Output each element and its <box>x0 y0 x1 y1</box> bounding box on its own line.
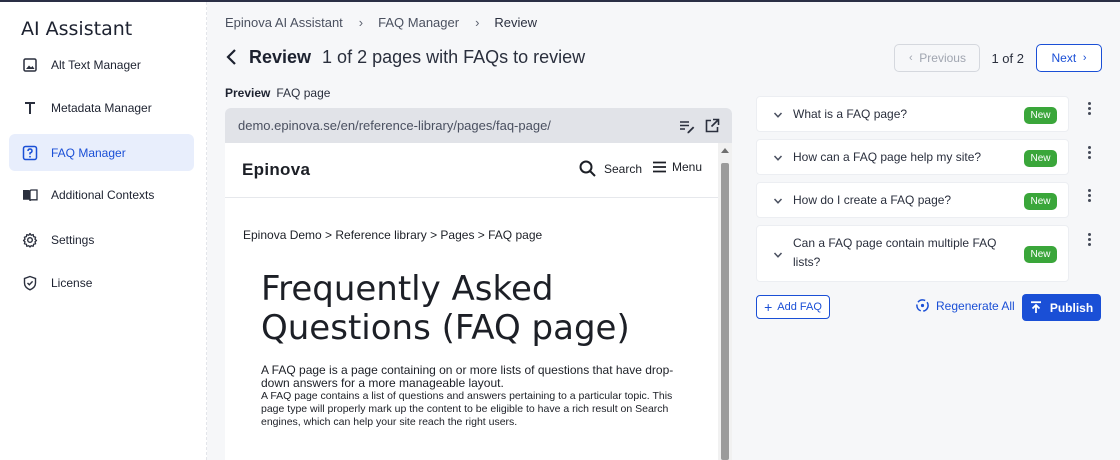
breadcrumb-link-ai-assistant[interactable]: Epinova AI Assistant <box>225 15 343 30</box>
faq-item[interactable]: What is a FAQ page? New <box>756 96 1069 132</box>
regenerate-all-label: Regenerate All <box>936 298 1015 313</box>
preview-url: demo.epinova.se/en/reference-library/pag… <box>238 118 551 133</box>
sidebar-item-metadata-manager[interactable]: Metadata Manager <box>9 89 194 126</box>
sidebar-item-label: Settings <box>51 232 95 247</box>
faq-question: How do I create a FAQ page? <box>793 193 952 207</box>
publish-button[interactable]: Publish <box>1022 294 1101 321</box>
site-search-label: Search <box>604 161 643 176</box>
faq-question: What is a FAQ page? <box>793 107 908 121</box>
publish-label: Publish <box>1049 300 1094 315</box>
sidebar-item-settings[interactable]: Settings <box>9 221 194 258</box>
chevron-right-icon: › <box>475 15 480 30</box>
preview-label: Preview FAQ page <box>225 86 330 100</box>
text-t-icon <box>22 100 38 116</box>
page-count: 1 of 2 <box>991 50 1024 66</box>
hamburger-menu-icon <box>653 161 666 173</box>
faq-help-icon <box>22 145 38 161</box>
site-lead-text: A FAQ page is a page containing on or mo… <box>261 363 674 390</box>
preview-scrollbar[interactable] <box>718 143 732 460</box>
edit-list-icon[interactable] <box>679 118 695 134</box>
sidebar-item-label: Alt Text Manager <box>51 57 141 72</box>
sidebar-item-faq-manager[interactable]: FAQ Manager <box>9 134 194 171</box>
more-options-icon[interactable] <box>1084 188 1094 204</box>
plus-icon: + <box>764 299 773 315</box>
faq-question: Can a FAQ page contain multiple FAQ list… <box>793 236 997 269</box>
shield-check-icon <box>22 275 38 291</box>
add-faq-label: Add FAQ <box>777 301 822 313</box>
status-badge: New <box>1024 107 1057 124</box>
gear-icon <box>22 232 38 248</box>
open-external-icon[interactable] <box>704 118 720 134</box>
upload-icon <box>1030 301 1041 313</box>
pagination: ‹ Previous 1 of 2 Next › <box>894 44 1102 72</box>
chevron-down-icon[interactable] <box>773 250 783 260</box>
chevron-down-icon[interactable] <box>773 153 783 163</box>
preview-frame[interactable]: Epinova Search Menu Epinova Demo > Refer… <box>225 143 732 460</box>
sidebar-item-alt-text-manager[interactable]: Alt Text Manager <box>9 46 194 83</box>
search-icon <box>579 160 596 177</box>
more-options-icon[interactable] <box>1084 145 1094 161</box>
sidebar-item-license[interactable]: License <box>9 264 194 301</box>
breadcrumb-current: Review <box>494 15 538 30</box>
page-header: Review 1 of 2 pages with FAQs to review <box>225 46 585 68</box>
site-search-button[interactable]: Search <box>579 160 642 177</box>
sidebar-item-additional-contexts[interactable]: Additional Contexts <box>9 176 194 213</box>
previous-button-label: Previous <box>919 51 966 65</box>
site-header: Epinova Search Menu <box>225 143 718 198</box>
site-body-text: A FAQ page contains a list of questions … <box>261 390 673 428</box>
page-title: Review <box>249 46 312 67</box>
more-options-icon[interactable] <box>1084 101 1094 117</box>
scroll-up-arrow-icon[interactable] <box>721 148 729 153</box>
add-faq-button[interactable]: + Add FAQ <box>756 295 830 319</box>
page-subtitle: 1 of 2 pages with FAQs to review <box>322 46 586 67</box>
next-button-label: Next <box>1051 51 1077 65</box>
site-menu-label: Menu <box>672 160 703 174</box>
faq-item[interactable]: Can a FAQ page contain multiple FAQ list… <box>756 225 1069 282</box>
chevron-left-icon <box>226 49 236 65</box>
sidebar-item-label: FAQ Manager <box>51 145 126 160</box>
more-options-icon[interactable] <box>1084 232 1094 248</box>
status-badge: New <box>1024 150 1057 167</box>
regenerate-all-button[interactable]: Regenerate All <box>915 298 1015 313</box>
site-menu-button[interactable]: Menu <box>653 160 702 174</box>
preview-page-name: FAQ page <box>276 86 331 100</box>
sidebar: AI Assistant Alt Text Manager Metadata M… <box>0 2 207 460</box>
site-breadcrumb: Epinova Demo > Reference library > Pages… <box>243 228 543 242</box>
chevron-left-icon: ‹ <box>908 52 913 64</box>
site-logo: Epinova <box>242 160 311 179</box>
sidebar-item-label: Additional Contexts <box>51 187 155 202</box>
sidebar-item-label: Metadata Manager <box>51 100 152 115</box>
previous-button[interactable]: ‹ Previous <box>894 44 981 72</box>
book-open-icon <box>22 187 38 203</box>
faq-question: How can a FAQ page help my site? <box>793 150 982 164</box>
status-badge: New <box>1024 246 1057 263</box>
chevron-down-icon[interactable] <box>773 110 783 120</box>
faq-item[interactable]: How can a FAQ page help my site? New <box>756 139 1069 175</box>
sidebar-item-label: License <box>51 275 93 290</box>
preview-label-title: Preview <box>225 86 271 100</box>
next-button[interactable]: Next › <box>1036 44 1102 72</box>
breadcrumb-link-faq-manager[interactable]: FAQ Manager <box>378 15 459 30</box>
main-content: Epinova AI Assistant › FAQ Manager › Rev… <box>207 2 1120 460</box>
image-icon <box>22 57 38 73</box>
scroll-thumb[interactable] <box>721 163 729 460</box>
chevron-down-icon[interactable] <box>773 196 783 206</box>
chevron-right-icon: › <box>358 15 364 30</box>
faq-item[interactable]: How do I create a FAQ page? New <box>756 182 1069 218</box>
faq-actions: + Add FAQ Regenerate All Publish <box>755 294 1101 321</box>
back-button[interactable] <box>225 46 243 68</box>
site-heading: Frequently Asked Questions (FAQ page) <box>261 269 630 348</box>
chevron-right-icon: › <box>1082 52 1087 64</box>
app-title: AI Assistant <box>21 18 133 40</box>
breadcrumb: Epinova AI Assistant › FAQ Manager › Rev… <box>225 15 537 30</box>
preview-url-bar: demo.epinova.se/en/reference-library/pag… <box>225 108 732 143</box>
status-badge: New <box>1024 193 1057 210</box>
regenerate-icon <box>916 299 929 312</box>
